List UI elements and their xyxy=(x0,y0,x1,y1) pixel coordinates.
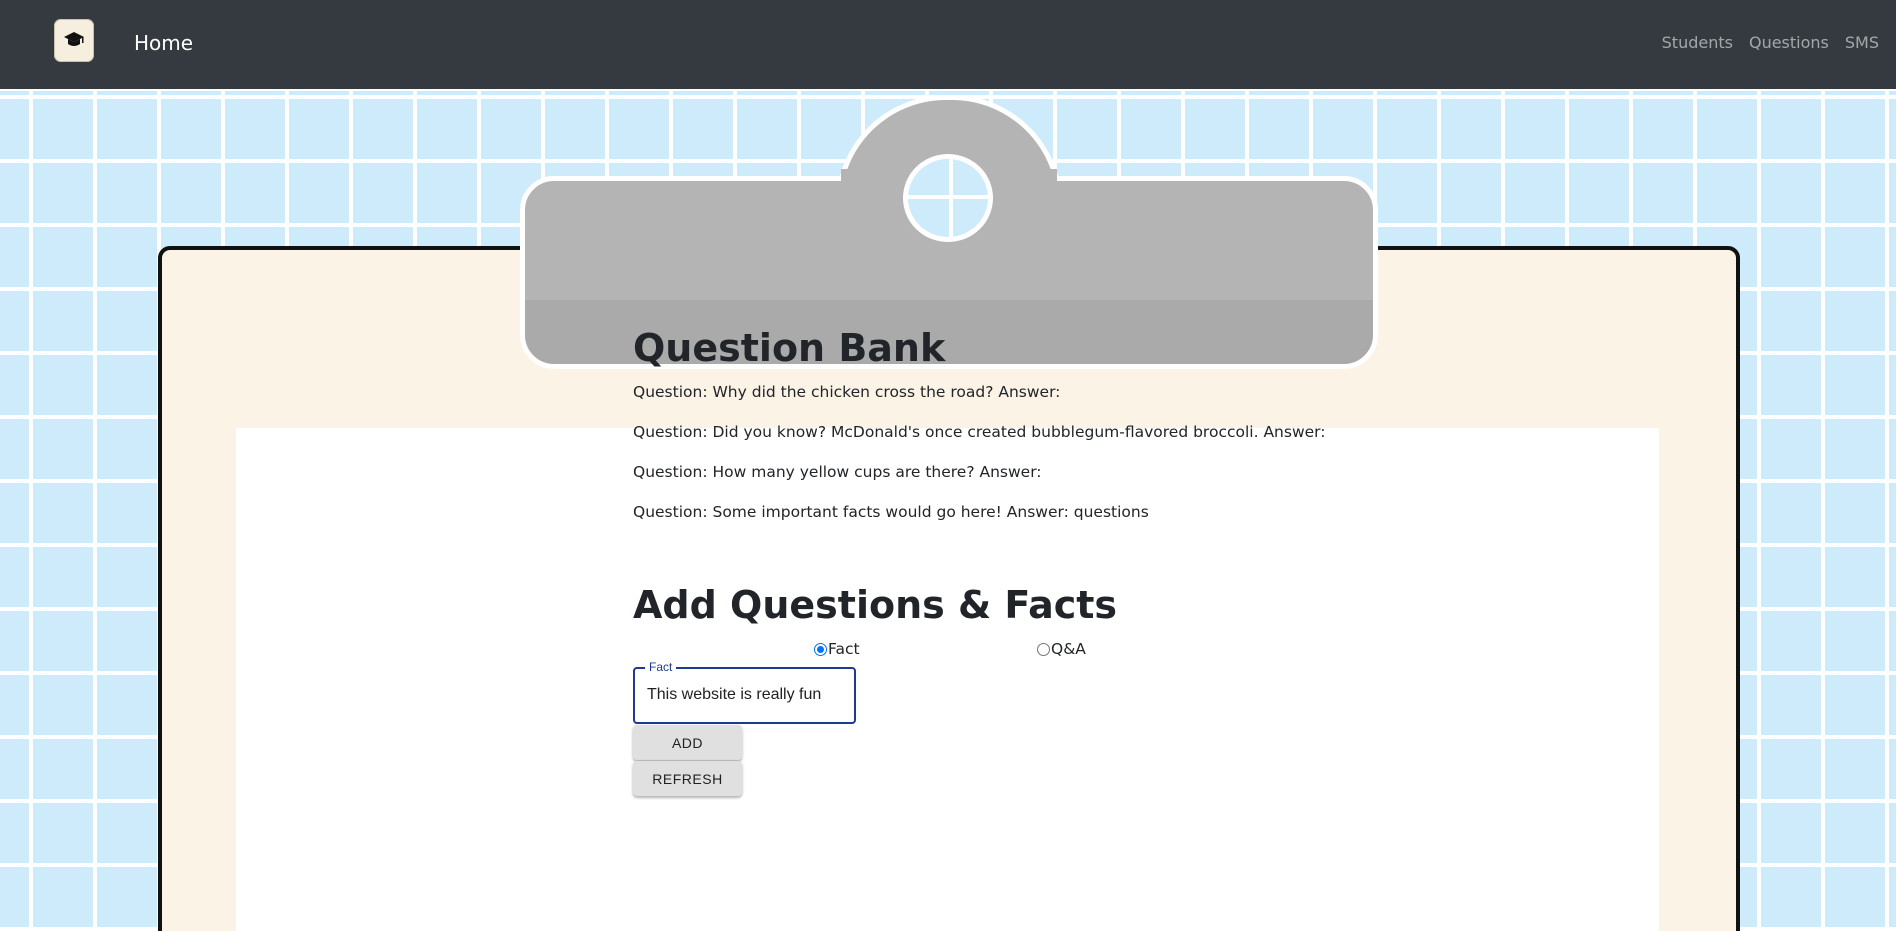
radio-qa-button[interactable] xyxy=(1037,642,1050,656)
question-item: Question: Some important facts would go … xyxy=(633,503,1149,521)
question-bank-title: Question Bank xyxy=(633,326,946,370)
refresh-button[interactable]: REFRESH xyxy=(633,761,742,796)
question-item: Question: How many yellow cups are there… xyxy=(633,463,1042,481)
clip-hole xyxy=(903,154,993,242)
radio-fact[interactable]: Fact xyxy=(814,640,860,658)
add-questions-title: Add Questions & Facts xyxy=(633,583,1118,627)
fact-field[interactable]: Fact xyxy=(633,660,856,724)
fact-input[interactable] xyxy=(647,686,847,704)
add-button[interactable]: ADD xyxy=(633,725,742,760)
radio-fact-label: Fact xyxy=(828,640,860,658)
graduation-cap-icon xyxy=(64,32,84,46)
nav-link-students[interactable]: Students xyxy=(1662,33,1733,52)
nav-links: Students Questions SMS xyxy=(1662,33,1879,52)
radio-qa-label: Q&A xyxy=(1051,640,1086,658)
nav-link-questions[interactable]: Questions xyxy=(1749,33,1829,52)
radio-fact-button[interactable] xyxy=(814,642,827,656)
question-item: Question: Did you know? McDonald's once … xyxy=(633,423,1326,441)
brand-logo[interactable] xyxy=(54,19,94,62)
fact-field-label: Fact xyxy=(645,660,677,674)
nav-link-sms[interactable]: SMS xyxy=(1845,33,1879,52)
question-item: Question: Why did the chicken cross the … xyxy=(633,383,1061,401)
nav-home-link[interactable]: Home xyxy=(134,31,193,55)
radio-qa[interactable]: Q&A xyxy=(1037,640,1086,658)
top-navbar: Home Students Questions SMS xyxy=(0,0,1896,91)
